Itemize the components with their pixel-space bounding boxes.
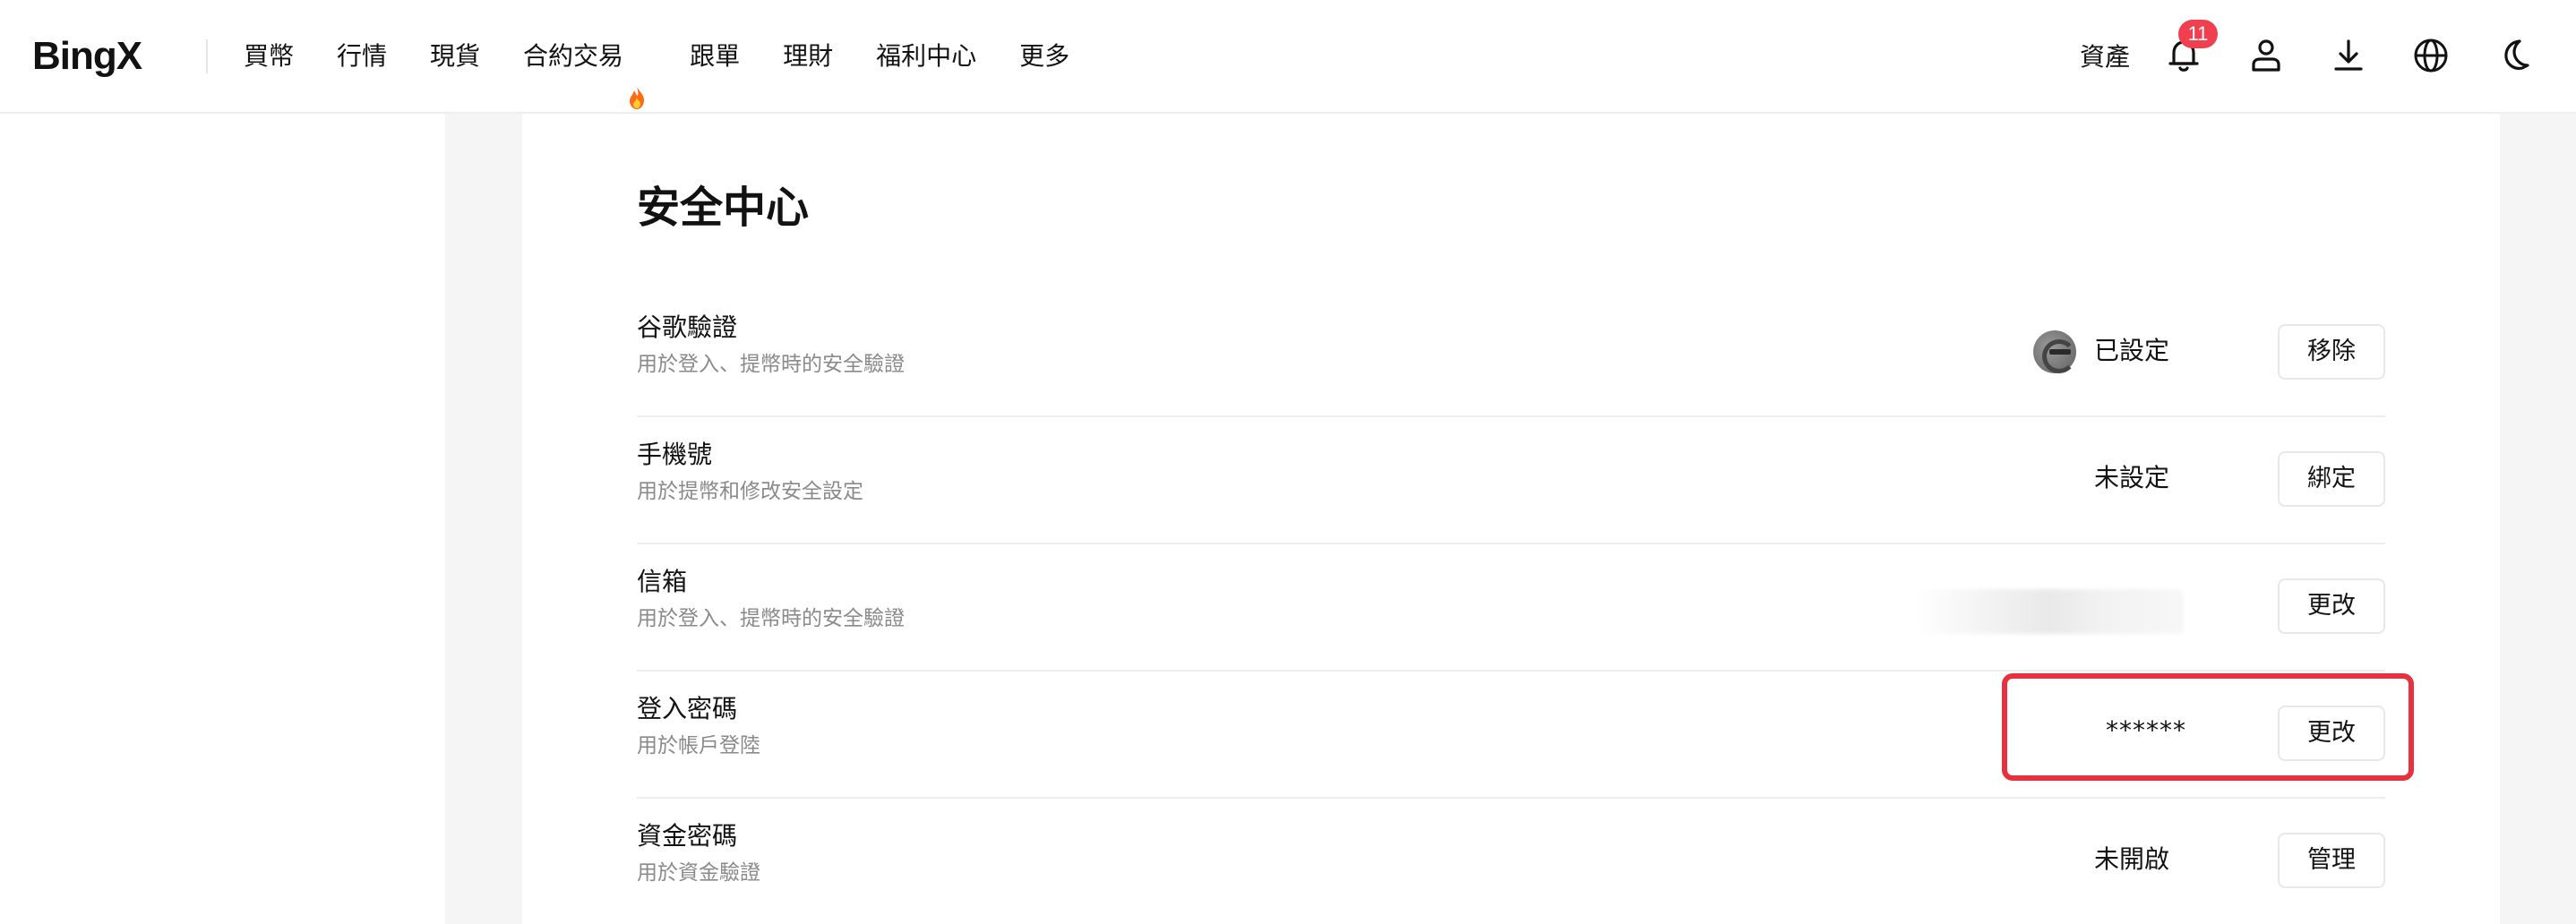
item-desc: 用於登入、提幣時的安全驗證 — [637, 607, 905, 630]
item-status: 已設定 — [2094, 336, 2170, 365]
manage-fund-password-button[interactable]: 管理 — [2278, 833, 2385, 888]
nav-label: 跟單 — [690, 41, 741, 71]
remove-google-auth-button[interactable]: 移除 — [2278, 324, 2385, 380]
google-authenticator-icon — [2033, 330, 2076, 373]
blurred-email-value — [1915, 589, 2184, 634]
moon-icon[interactable] — [2493, 35, 2534, 76]
nav-label: 理財 — [783, 41, 834, 71]
nav-item-buy-crypto[interactable]: 買幣 — [244, 0, 294, 112]
bind-phone-button[interactable]: 綁定 — [2278, 451, 2385, 507]
notification-badge: 11 — [2178, 20, 2218, 48]
header-divider — [206, 39, 208, 73]
security-item-google-auth: 谷歌驗證 用於登入、提幣時的安全驗證 已設定 移除 — [637, 290, 2385, 417]
page-title: 安全中心 — [637, 183, 810, 233]
nav-label: 現貨 — [430, 41, 481, 71]
page-background-left — [445, 114, 522, 924]
nav-label: 福利中心 — [876, 41, 977, 71]
nav-label: 行情 — [337, 41, 388, 71]
main-nav: 買幣 行情 現貨 合約交易 跟單 理財 福利中心 更多 — [244, 0, 1112, 112]
page-background-right — [2500, 114, 2576, 924]
download-icon[interactable] — [2328, 35, 2369, 76]
item-status: 未開啟 — [2094, 844, 2170, 874]
item-title: 手機號 — [637, 440, 713, 469]
item-desc: 用於資金驗證 — [637, 861, 760, 885]
item-desc: 用於提幣和修改安全設定 — [637, 480, 863, 503]
nav-label: 更多 — [1019, 41, 1070, 71]
item-title: 谷歌驗證 — [637, 312, 738, 342]
item-title: 登入密碼 — [637, 694, 738, 723]
nav-item-futures[interactable]: 合約交易 — [523, 0, 647, 112]
nav-item-wealth[interactable]: 理財 — [783, 0, 833, 112]
globe-icon[interactable] — [2410, 35, 2451, 76]
item-desc: 用於帳戶登陸 — [637, 734, 760, 757]
item-title: 資金密碼 — [637, 821, 738, 851]
logo-text: BingX — [32, 34, 142, 78]
bingx-logo[interactable]: BingX — [32, 34, 142, 79]
nav-item-spot[interactable]: 現貨 — [430, 0, 480, 112]
security-item-phone: 手機號 用於提幣和修改安全設定 未設定 綁定 — [637, 417, 2385, 544]
nav-label: 合約交易 — [523, 41, 624, 71]
nav-label: 買幣 — [244, 41, 295, 71]
nav-item-markets[interactable]: 行情 — [337, 0, 387, 112]
security-item-fund-password: 資金密碼 用於資金驗證 未開啟 管理 — [637, 799, 2385, 924]
nav-item-more[interactable]: 更多 — [1019, 0, 1069, 112]
item-status: 未設定 — [2094, 463, 2170, 492]
item-title: 信箱 — [637, 567, 688, 596]
nav-item-copy-trading[interactable]: 跟單 — [690, 0, 740, 112]
top-header: BingX 買幣 行情 現貨 合約交易 跟單 理財 福利中心 更多 資產 11 — [0, 0, 2576, 114]
item-desc: 用於登入、提幣時的安全驗證 — [637, 353, 905, 376]
nav-item-rewards-hub[interactable]: 福利中心 — [876, 0, 976, 112]
fire-icon — [627, 46, 647, 109]
assets-link[interactable]: 資產 — [2080, 38, 2130, 73]
change-email-button[interactable]: 更改 — [2278, 578, 2385, 634]
security-item-email: 信箱 用於登入、提幣時的安全驗證 更改 — [637, 544, 2385, 672]
highlight-box — [2002, 673, 2414, 781]
user-icon[interactable] — [2245, 35, 2287, 76]
